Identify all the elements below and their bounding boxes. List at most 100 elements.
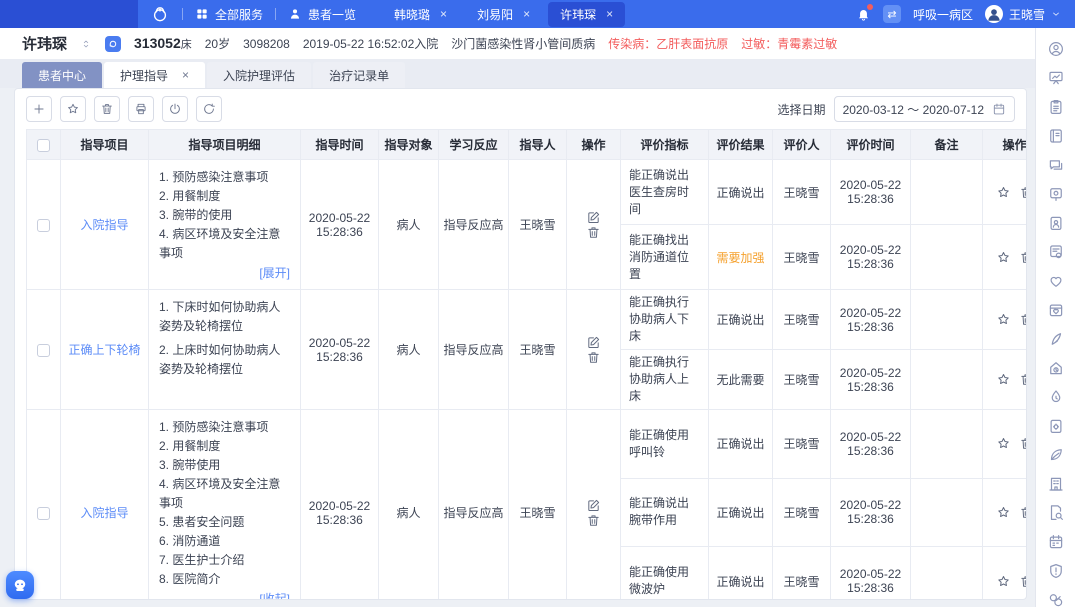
date-range-value: 2020-03-12 ～ 2020-07-12	[843, 101, 984, 118]
user-profile-icon[interactable]	[1047, 40, 1065, 58]
certificate-doc-icon[interactable]	[1047, 243, 1065, 261]
star-icon[interactable]	[996, 436, 1011, 451]
tab-patient-center[interactable]: 患者中心	[22, 62, 102, 88]
patient-tab-label: 韩晓璐	[394, 6, 430, 23]
nav-patient-list[interactable]: 患者一览	[288, 6, 356, 23]
project-link[interactable]: 正确上下轮椅	[68, 343, 140, 357]
nav-all-services[interactable]: 全部服务	[195, 6, 263, 23]
hospital-building-icon[interactable]	[1047, 475, 1065, 493]
pills-icon[interactable]	[1047, 591, 1065, 607]
col-time: 指导时间	[301, 130, 379, 160]
row-checkbox[interactable]	[37, 344, 50, 357]
drop-clock-icon[interactable]	[1047, 388, 1065, 406]
chat-messages-icon[interactable]	[1047, 156, 1065, 174]
col-evaluator: 评价人	[773, 130, 831, 160]
home-clock-icon[interactable]	[1047, 359, 1065, 377]
user-menu[interactable]: 王晓雪	[985, 5, 1061, 23]
trash-icon[interactable]	[586, 513, 601, 528]
tab-admission-assessment[interactable]: 入院护理评估	[207, 62, 311, 88]
date-range-picker[interactable]: 2020-03-12 ～ 2020-07-12	[834, 96, 1015, 122]
trash-icon[interactable]	[1019, 372, 1028, 387]
clipboard-user-icon[interactable]	[1047, 214, 1065, 232]
favorite-button[interactable]	[60, 96, 86, 122]
refresh-button[interactable]	[196, 96, 222, 122]
device-monitor-icon[interactable]	[1047, 185, 1065, 203]
trash-icon[interactable]	[1019, 436, 1028, 451]
trash-icon[interactable]	[1019, 312, 1028, 327]
star-icon[interactable]	[996, 250, 1011, 265]
guidance-target: 病人	[379, 410, 439, 601]
topbar-right: ⇄ 呼吸一病区 王晓雪	[856, 5, 1075, 23]
patient-switch-icon[interactable]	[105, 36, 121, 52]
collapse-link[interactable]: [收起]	[259, 592, 290, 600]
feather-icon[interactable]	[1047, 330, 1065, 348]
trash-icon[interactable]	[586, 225, 601, 240]
instructor: 王晓雪	[509, 410, 567, 601]
heart-care-icon[interactable]	[1047, 272, 1065, 290]
project-link[interactable]: 入院指导	[80, 218, 128, 232]
calendar-grid-icon[interactable]	[1047, 533, 1065, 551]
star-icon[interactable]	[996, 372, 1011, 387]
avatar	[985, 5, 1003, 23]
eval-indicator: 能正确使用微波炉	[621, 547, 709, 600]
nav-all-services-label: 全部服务	[215, 6, 263, 23]
star-icon[interactable]	[996, 505, 1011, 520]
close-icon[interactable]: ×	[523, 8, 530, 20]
print-button[interactable]	[128, 96, 154, 122]
guidance-target: 病人	[379, 290, 439, 410]
app-logo-icon[interactable]	[150, 4, 170, 24]
eval-result: 无此需要	[709, 350, 773, 410]
close-icon[interactable]: ×	[440, 8, 447, 20]
shield-alert-icon[interactable]	[1047, 562, 1065, 580]
expand-link[interactable]: [展开]	[259, 266, 290, 280]
col-eval-indicator: 评价指标	[621, 130, 709, 160]
close-icon[interactable]: ×	[606, 8, 613, 20]
power-button[interactable]	[162, 96, 188, 122]
notebook-icon[interactable]	[1047, 127, 1065, 145]
trash-icon[interactable]	[1019, 505, 1028, 520]
table-row: 正确上下轮椅 1. 下床时如何协助病人姿势及轮椅摆位 2. 上床时如何协助病人姿…	[27, 290, 1028, 350]
switch-ward-icon[interactable]: ⇄	[883, 5, 901, 23]
user-name: 王晓雪	[1009, 6, 1045, 23]
calendar-heart-icon[interactable]	[1047, 301, 1065, 319]
eval-result: 正确说出	[709, 160, 773, 225]
star-icon[interactable]	[996, 574, 1011, 589]
ai-assistant-button[interactable]	[6, 571, 34, 599]
edit-icon[interactable]	[586, 210, 601, 225]
tab-nursing-guidance-active[interactable]: 护理指导 ×	[104, 62, 205, 88]
row-checkbox[interactable]	[37, 219, 50, 232]
close-icon[interactable]: ×	[182, 68, 189, 82]
notification-bell-icon[interactable]	[856, 6, 871, 22]
evaluator: 王晓雪	[773, 225, 831, 290]
add-button[interactable]	[26, 96, 52, 122]
patient-tab-2[interactable]: 刘易阳 ×	[465, 2, 542, 27]
learning-response: 指导反应高	[439, 410, 509, 601]
star-icon[interactable]	[996, 185, 1011, 200]
patient-tab-1[interactable]: 韩晓璐 ×	[382, 2, 459, 27]
patient-tab-3-active[interactable]: 许玮琛 ×	[548, 2, 625, 27]
eval-result: 正确说出	[709, 410, 773, 479]
select-all-checkbox[interactable]	[37, 139, 50, 152]
doc-search-icon[interactable]	[1047, 504, 1065, 522]
tab-treatment-record[interactable]: 治疗记录单	[313, 62, 405, 88]
notification-dot	[867, 4, 873, 10]
patient-switch-sort-icon[interactable]	[80, 37, 92, 51]
edit-icon[interactable]	[586, 335, 601, 350]
trash-icon[interactable]	[1019, 574, 1028, 589]
grid-icon	[195, 7, 209, 21]
star-icon[interactable]	[996, 312, 1011, 327]
evaluator: 王晓雪	[773, 547, 831, 600]
row-checkbox[interactable]	[37, 507, 50, 520]
edit-icon[interactable]	[586, 498, 601, 513]
chart-board-icon[interactable]	[1047, 69, 1065, 87]
trash-icon[interactable]	[1019, 250, 1028, 265]
clipboard-gear-icon[interactable]	[1047, 417, 1065, 435]
project-link[interactable]: 入院指导	[80, 506, 128, 520]
trash-icon[interactable]	[586, 350, 601, 365]
right-sidebar	[1035, 28, 1075, 607]
trash-icon[interactable]	[1019, 185, 1028, 200]
col-instructor: 指导人	[509, 130, 567, 160]
leaf-icon[interactable]	[1047, 446, 1065, 464]
delete-button[interactable]	[94, 96, 120, 122]
clipboard-list-icon[interactable]	[1047, 98, 1065, 116]
